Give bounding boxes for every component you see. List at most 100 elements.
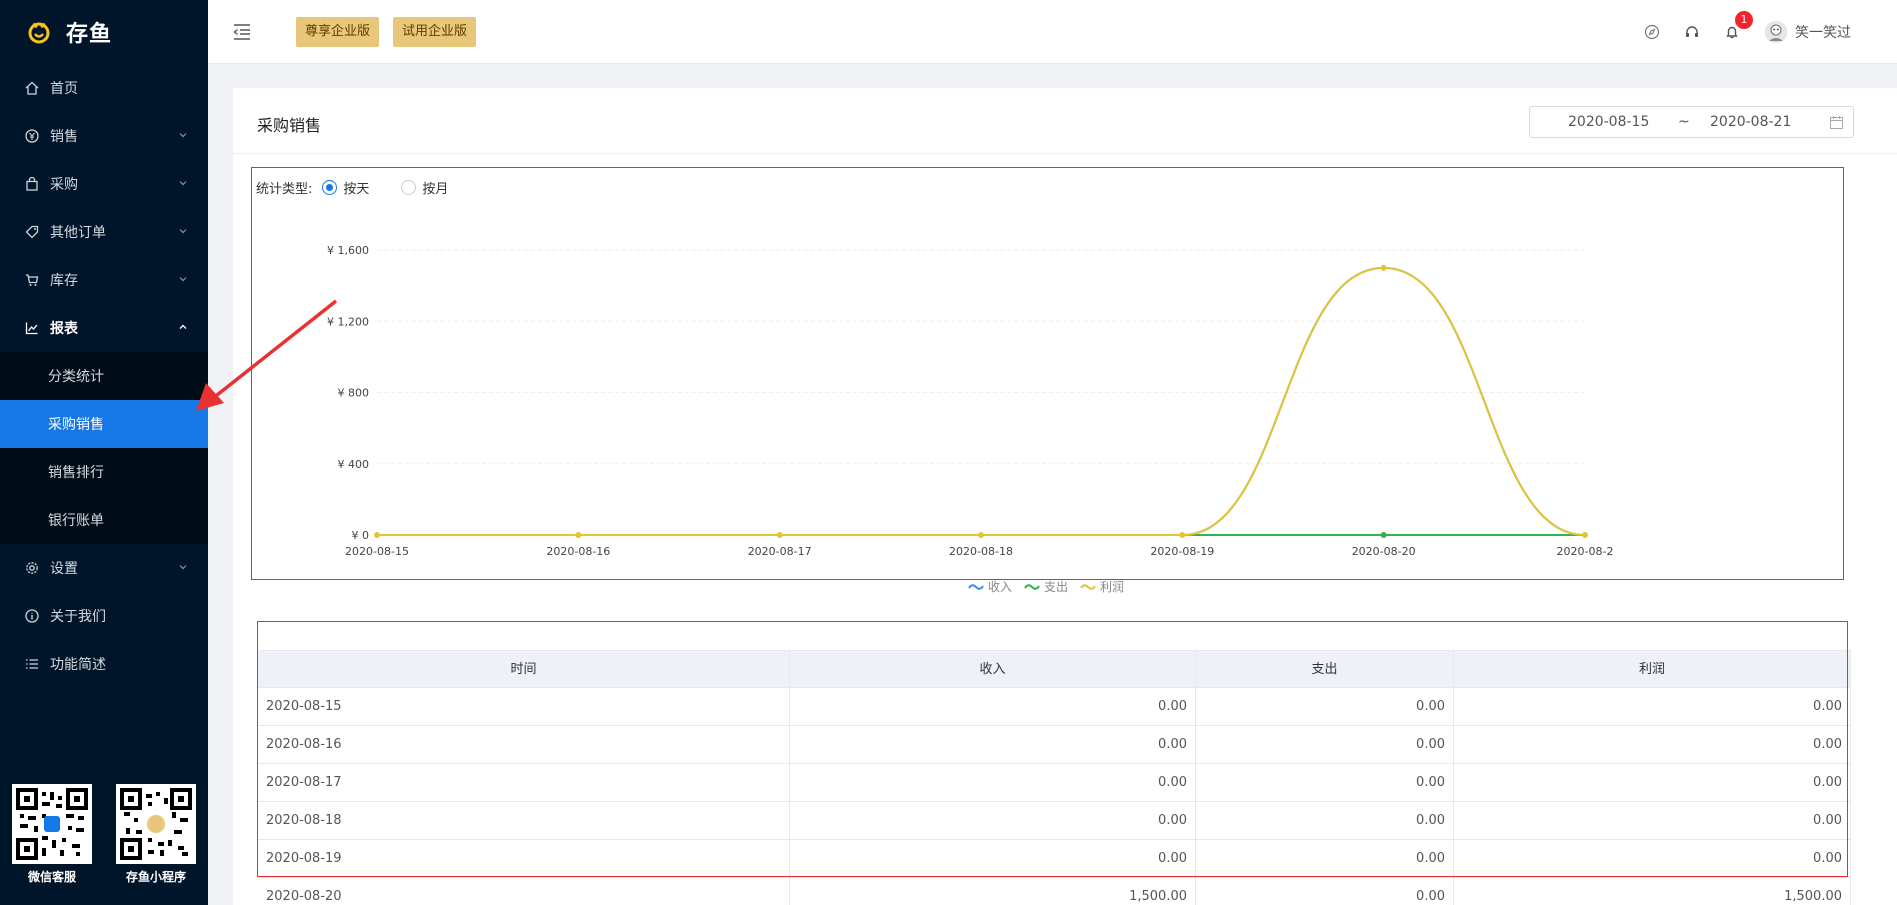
bell-icon[interactable]: 1 — [1723, 11, 1753, 41]
yen-icon — [24, 128, 40, 144]
cell-expense: 0.00 — [1196, 802, 1454, 839]
annotation-arrow — [196, 299, 338, 411]
legend-expense-icon — [1024, 583, 1040, 590]
y-tick-label: ¥ 800 — [338, 387, 370, 400]
user-name[interactable]: 笑一笑过 — [1795, 22, 1851, 42]
card-header: 采购销售 2020-08-15 ~ 2020-08-21 — [233, 88, 1897, 154]
cell-time: 2020-08-17 — [258, 764, 790, 801]
legend-item-profit[interactable]: 利润 — [1080, 578, 1124, 595]
trial-edition-button[interactable]: 试用企业版 — [393, 16, 477, 47]
y-tick-label: ¥ 400 — [338, 458, 370, 471]
table-row[interactable]: 2020-08-15 0.00 0.00 0.00 — [258, 688, 1851, 726]
column-header-profit[interactable]: 利润 — [1454, 651, 1851, 687]
stat-type-label: 统计类型: — [256, 182, 313, 197]
sidebar-item-sales[interactable]: 销售 — [0, 112, 208, 160]
date-start-input[interactable]: 2020-08-15 — [1568, 114, 1649, 130]
compass-icon[interactable] — [1643, 23, 1661, 41]
column-header-expense[interactable]: 支出 — [1196, 651, 1454, 687]
cell-time: 2020-08-18 — [258, 802, 790, 839]
sidebar-item-label: 销售 — [50, 129, 78, 145]
chevron-down-icon — [179, 181, 187, 186]
table-row[interactable]: 2020-08-18 0.00 0.00 0.00 — [258, 802, 1851, 840]
qr-code-image — [12, 784, 92, 864]
radio-by-month[interactable] — [401, 180, 417, 195]
legend-profit-label: 利润 — [1100, 580, 1125, 594]
cell-profit: 0.00 — [1454, 726, 1851, 763]
sidebar-item-about[interactable]: 关于我们 — [0, 592, 208, 640]
x-tick-label: 2020-08-16 — [546, 545, 610, 558]
cell-income: 1,500.00 — [790, 878, 1196, 905]
date-range-separator: ~ — [1678, 114, 1690, 130]
cell-income: 0.00 — [790, 726, 1196, 763]
legend-expense-label: 支出 — [1044, 580, 1069, 594]
sidebar-subitem-sales-ranking[interactable]: 销售排行 — [0, 448, 208, 496]
sidebar-item-reports[interactable]: 报表 — [0, 304, 208, 352]
column-header-time[interactable]: 时间 — [258, 651, 790, 687]
sidebar-item-settings[interactable]: 设置 — [0, 544, 208, 592]
sidebar-item-label: 报表 — [50, 321, 78, 337]
logo[interactable]: 存鱼 — [0, 0, 208, 64]
headset-icon[interactable] — [1683, 23, 1701, 41]
data-point-profit — [575, 532, 582, 538]
table-row[interactable]: 2020-08-19 0.00 0.00 0.00 — [258, 840, 1851, 878]
list-icon — [24, 656, 40, 672]
qr-miniapp-label: 存鱼小程序 — [125, 870, 186, 884]
avatar[interactable] — [1765, 21, 1787, 43]
sidebar-item-label: 首页 — [50, 81, 78, 97]
legend-item-expense[interactable]: 支出 — [1024, 578, 1068, 595]
sidebar-item-inventory[interactable]: 库存 — [0, 256, 208, 304]
table-row[interactable]: 2020-08-17 0.00 0.00 0.00 — [258, 764, 1851, 802]
table-row[interactable]: 2020-08-16 0.00 0.00 0.00 — [258, 726, 1851, 764]
cell-expense: 0.00 — [1196, 688, 1454, 725]
radio-by-day[interactable] — [322, 180, 338, 195]
sidebar-item-home[interactable]: 首页 — [0, 64, 208, 112]
cell-profit: 0.00 — [1454, 688, 1851, 725]
radio-by-day-label[interactable]: 按天 — [343, 178, 369, 197]
date-end-input[interactable]: 2020-08-21 — [1710, 114, 1791, 130]
sidebar-item-label: 设置 — [50, 561, 78, 577]
table-row[interactable]: 2020-08-20 1,500.00 0.00 1,500.00 — [258, 878, 1851, 905]
chevron-down-icon — [179, 229, 187, 234]
sidebar-item-label: 其他订单 — [50, 225, 106, 241]
menu-fold-icon[interactable] — [232, 23, 252, 41]
cell-expense: 0.00 — [1196, 764, 1454, 801]
date-range-picker[interactable]: 2020-08-15 ~ 2020-08-21 — [1529, 106, 1854, 138]
qr-service-label: 微信客服 — [27, 870, 76, 884]
chevron-down-icon — [179, 133, 187, 138]
sidebar-item-other-orders[interactable]: 其他订单 — [0, 208, 208, 256]
chevron-up-icon — [179, 324, 187, 329]
reports-submenu: 分类统计 采购销售 销售排行 银行账单 — [0, 352, 208, 544]
sidebar-subitem-category-stats[interactable]: 分类统计 — [0, 352, 208, 400]
chevron-down-icon — [179, 565, 187, 570]
sidebar-item-purchase[interactable]: 采购 — [0, 160, 208, 208]
sidebar: 存鱼 首页 销售 采购 其他订单 库存 报表 分类统计 采购销售 销售排行 银行… — [0, 0, 208, 905]
premium-edition-button[interactable]: 尊享企业版 — [296, 16, 380, 47]
info-icon — [24, 608, 40, 624]
cell-income: 0.00 — [790, 764, 1196, 801]
data-point-profit — [978, 532, 984, 538]
legend-item-income[interactable]: 收入 — [968, 578, 1012, 595]
calendar-icon[interactable] — [1830, 116, 1843, 129]
chart-icon — [24, 320, 40, 336]
qr-codes: 微信客服 存鱼小程序 — [0, 784, 208, 885]
radio-by-month-label[interactable]: 按月 — [422, 178, 448, 197]
legend-profit-icon — [1080, 583, 1096, 590]
legend-income-label: 收入 — [988, 580, 1013, 594]
series-line-profit — [377, 266, 1586, 537]
purchase-sales-chart: ¥ 0¥ 400¥ 800¥ 1,200¥ 1,6002020-08-15 202… — [327, 244, 1613, 558]
gear-icon — [24, 560, 40, 576]
cell-profit: 0.00 — [1454, 764, 1851, 801]
sidebar-menu: 首页 销售 采购 其他订单 库存 报表 分类统计 采购销售 销售排行 银行账单 … — [0, 64, 208, 688]
sidebar-item-features[interactable]: 功能简述 — [0, 640, 208, 688]
bag-icon — [24, 176, 40, 192]
sidebar-item-label: 功能简述 — [50, 657, 106, 673]
column-header-income[interactable]: 收入 — [790, 651, 1196, 687]
sidebar-subitem-bank-statement[interactable]: 银行账单 — [0, 496, 208, 544]
x-tick-label: 2020-08-19 — [1150, 545, 1214, 558]
cell-profit: 0.00 — [1454, 840, 1851, 877]
top-header: 尊享企业版 试用企业版 1 笑一笑过 — [208, 0, 1897, 64]
cart-icon — [24, 272, 40, 288]
cell-time: 2020-08-19 — [258, 840, 790, 877]
data-point-profit — [1179, 532, 1186, 538]
sidebar-subitem-purchase-sales[interactable]: 采购销售 — [0, 400, 208, 448]
